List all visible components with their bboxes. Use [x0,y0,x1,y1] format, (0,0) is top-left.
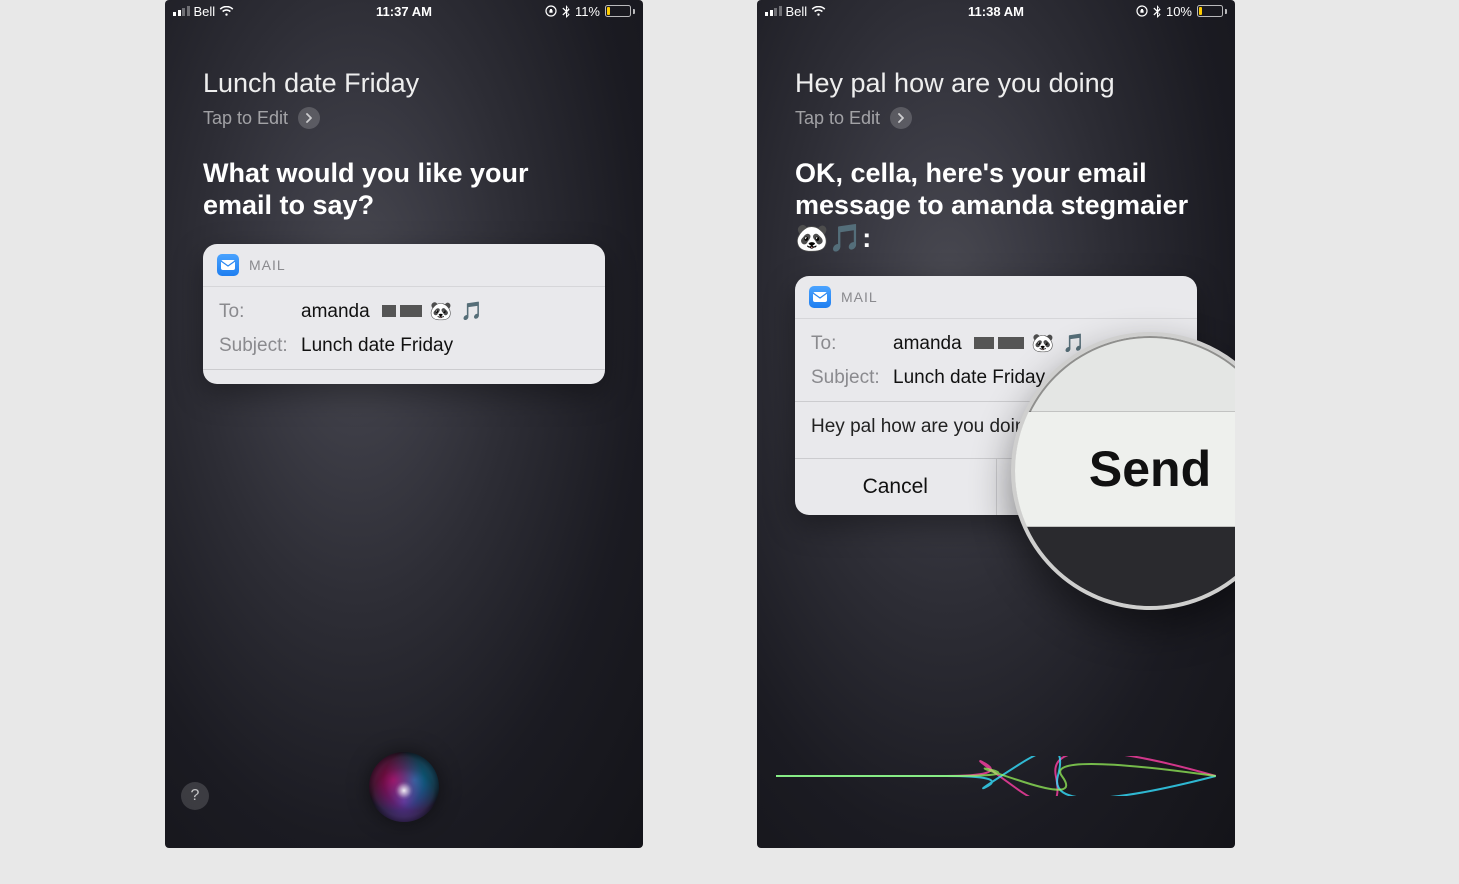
mail-to-value: amanda [301,301,370,322]
siri-waveform [757,756,1235,796]
status-bar: Bell 11:38 AM 10% [757,0,1235,22]
mail-subject-row: Subject: Lunch date Friday [219,329,589,363]
clock-label: 11:38 AM [757,4,1235,19]
tap-to-edit-button[interactable]: Tap to Edit [795,107,1197,129]
mail-subject-label: Subject: [811,367,883,389]
user-utterance: Lunch date Friday [203,68,605,99]
battery-icon [1197,5,1227,17]
mail-to-label: To: [219,301,291,323]
chevron-right-icon [890,107,912,129]
magnifier-callout: Send [1011,332,1235,610]
phone-screenshot-left: Bell 11:37 AM 11% Lunch date Friday Tap … [165,0,643,848]
mail-to-emoji: 🐼 🎵 [430,301,486,321]
mail-to-label: To: [811,333,883,355]
battery-icon [605,5,635,17]
mail-app-label: MAIL [841,289,878,305]
siri-orb-button[interactable] [369,752,439,822]
mail-card-header: MAIL [203,244,605,287]
mail-subject-value: Lunch date Friday [301,335,453,357]
question-mark-icon: ? [191,787,200,805]
mail-app-label: MAIL [249,257,286,273]
magnified-send-label: Send [1015,412,1235,527]
mail-to-value: amanda [893,333,962,354]
tap-to-edit-button[interactable]: Tap to Edit [203,107,605,129]
tap-to-edit-label: Tap to Edit [795,108,880,129]
tap-to-edit-label: Tap to Edit [203,108,288,129]
mail-app-icon [217,254,239,276]
mail-to-row: To: amanda 🐼 🎵 [219,295,589,329]
user-utterance: Hey pal how are you doing [795,68,1197,99]
mail-app-icon [809,286,831,308]
cancel-button[interactable]: Cancel [795,459,996,515]
siri-response-text: OK, cella, here's your email message to … [795,157,1197,254]
chevron-right-icon [298,107,320,129]
clock-label: 11:37 AM [165,4,643,19]
status-bar: Bell 11:37 AM 11% [165,0,643,22]
siri-response-text: What would you like your email to say? [203,157,605,222]
phone-screenshot-right: Bell 11:38 AM 10% Hey pal how are you do… [757,0,1235,848]
mail-subject-label: Subject: [219,335,291,357]
help-button[interactable]: ? [181,782,209,810]
mail-preview-card[interactable]: MAIL To: amanda 🐼 🎵 Subject: Lunch date … [203,244,605,384]
mail-card-header: MAIL [795,276,1197,319]
